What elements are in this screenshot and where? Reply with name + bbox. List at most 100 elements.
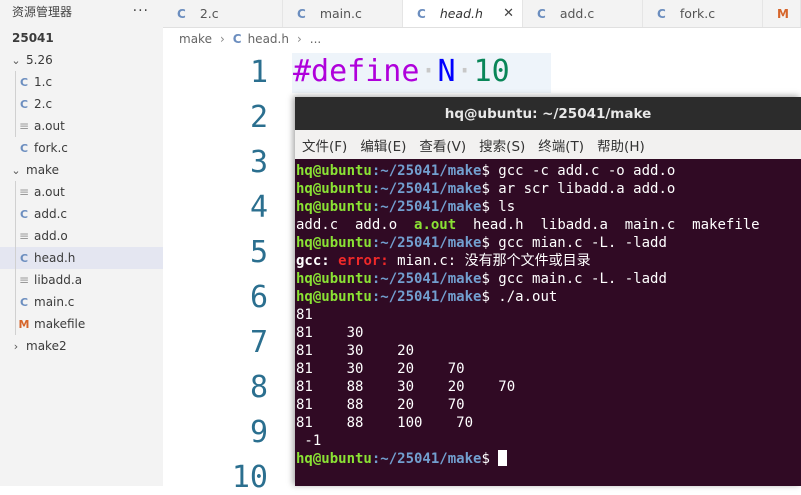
terminal-line: hq@ubuntu:~/25041/make$ gcc -c add.c -o … (296, 163, 676, 179)
tab-2-c[interactable]: C 2.c (163, 0, 283, 27)
tree-item-make[interactable]: ⌄ make (0, 159, 173, 181)
breadcrumb-file[interactable]: head.h (248, 32, 289, 46)
tree-item-a-out[interactable]: ≡ a.out (0, 115, 179, 137)
tree-item-label: make (26, 163, 59, 177)
tree-item-fork-c[interactable]: Cfork.c (0, 137, 179, 159)
line-number: 1 (249, 55, 268, 90)
tree-item-add-o[interactable]: ≡ add.o (0, 225, 179, 247)
terminal-line: hq@ubuntu:~/25041/make$ ar scr libadd.a … (296, 181, 676, 197)
tree-item-makefile[interactable]: Mmakefile (0, 313, 179, 335)
terminal-line: hq@ubuntu:~/25041/make$ gcc main.c -L. -… (296, 271, 667, 287)
tree-item-a-out[interactable]: ≡ a.out (0, 181, 179, 203)
chevron-right-icon: › (13, 339, 19, 353)
terminal-line: hq@ubuntu:~/25041/make$ ./a.out (296, 289, 558, 305)
binary-file-icon: ≡ (18, 119, 30, 133)
c-file-icon: C (19, 75, 29, 89)
c-file-icon: C (19, 207, 29, 221)
tree-item-label: 2.c (34, 97, 53, 111)
define-directive: #define (293, 54, 420, 89)
terminal-line: 81 30 20 (296, 343, 415, 359)
code-line-1[interactable]: #define·N·10 (293, 54, 510, 89)
tree-item-main-c[interactable]: Cmain.c (0, 291, 179, 313)
tree-item-label: 25041 (12, 31, 54, 45)
tree-item-make2[interactable]: › make2 (0, 335, 173, 357)
tree-item-libadd-a[interactable]: ≡ libadd.a (0, 269, 179, 291)
tree-item-2-c[interactable]: C 2.c (0, 93, 179, 115)
tab-head-h[interactable]: C head.h ✕ (403, 0, 523, 27)
tree-item-label: make2 (26, 339, 67, 353)
menu-file[interactable]: 文件(F) (302, 135, 347, 155)
breadcrumb-folder[interactable]: make (179, 32, 212, 46)
tree-item-label: main.c (34, 295, 75, 309)
menu-terminal[interactable]: 终端(T) (538, 135, 584, 155)
terminal-line: -1 (296, 433, 322, 449)
binary-file-icon: ≡ (18, 185, 30, 199)
c-file-icon: C (657, 6, 666, 21)
tree-item-label: add.c (34, 207, 67, 221)
c-file-icon: C (19, 295, 29, 309)
breadcrumb-symbols[interactable]: ... (310, 32, 321, 46)
terminal-line: hq@ubuntu:~/25041/make$ ls (296, 199, 516, 215)
terminal-title: hq@ubuntu: ~/25041/make (295, 97, 801, 130)
macro-value: 10 (473, 54, 510, 89)
tab-label: fork.c (679, 6, 716, 21)
c-file-icon: C (19, 97, 29, 111)
chevron-down-icon: ⌄ (11, 53, 21, 67)
c-file-icon: C (19, 251, 29, 265)
tree-item-add-c[interactable]: Cadd.c (0, 203, 179, 225)
binary-file-icon: ≡ (18, 229, 30, 243)
makefile-icon: M (777, 6, 789, 21)
tab-fork-c[interactable]: C fork.c (643, 0, 763, 27)
tab-main-c[interactable]: C main.c (283, 0, 403, 27)
close-icon[interactable]: ✕ (503, 6, 514, 21)
macro-name: N (437, 54, 456, 89)
tree-item-25041[interactable]: 25041 (0, 27, 175, 49)
explorer-sidebar: 资源管理器 ··· 25041 ⌄ 5.26 C 1.c C 2.c ≡ a.out Cfork.… (0, 0, 179, 486)
line-number: 10 (231, 460, 268, 495)
tab-makefile[interactable]: M m (763, 0, 801, 27)
menu-view[interactable]: 查看(V) (419, 135, 466, 155)
terminal-line: 81 88 30 20 70 (296, 379, 516, 395)
terminal-line: 81 30 20 70 (296, 361, 465, 377)
chevron-right-icon: › (219, 32, 225, 46)
explorer-title: 资源管理器 (12, 4, 73, 19)
terminal-line: 81 30 (296, 325, 364, 341)
whitespace-dot: · (455, 54, 474, 89)
terminal-window[interactable]: hq@ubuntu: ~/25041/make 文件(F) 编辑(E) 查看(V… (295, 97, 801, 486)
terminal-line: add.c add.o a.out head.h libadd.a main.c… (296, 217, 760, 233)
tree-item-5-26[interactable]: ⌄ 5.26 (0, 49, 173, 71)
line-number: 9 (249, 415, 268, 450)
tree-item-label: head.h (34, 251, 76, 265)
tree-item-label: libadd.a (34, 273, 83, 287)
tab-add-c[interactable]: C add.c (523, 0, 643, 27)
tab-label: head.h (439, 6, 483, 21)
line-number: 5 (249, 235, 268, 270)
terminal-output[interactable]: hq@ubuntu:~/25041/make$ gcc -c add.c -o … (295, 159, 801, 468)
c-file-icon: C (537, 6, 546, 21)
makefile-icon: M (18, 317, 30, 331)
terminal-line: 81 88 100 70 (296, 415, 474, 431)
tab-bar: C 2.c C main.c C head.h ✕ C add.c C fork… (163, 0, 801, 28)
tab-label: main.c (319, 6, 362, 21)
terminal-line: 81 (296, 307, 313, 323)
tree-item-1-c[interactable]: C 1.c (0, 71, 179, 93)
explorer-header: 资源管理器 ··· (0, 0, 163, 22)
menu-help[interactable]: 帮助(H) (597, 135, 645, 155)
menu-edit[interactable]: 编辑(E) (360, 135, 406, 155)
line-number: 7 (249, 325, 268, 360)
line-number: 6 (249, 280, 268, 315)
tree-item-label: 5.26 (26, 53, 53, 67)
line-number: 8 (249, 370, 268, 405)
tree-item-label: fork.c (34, 141, 68, 155)
whitespace-dot: · (419, 54, 438, 89)
c-file-icon: C (417, 6, 426, 21)
chevron-right-icon: › (296, 32, 302, 46)
c-file-icon: C (19, 141, 29, 155)
more-actions-icon[interactable]: ··· (133, 3, 149, 19)
line-number: 3 (249, 145, 268, 180)
terminal-menubar: 文件(F) 编辑(E) 查看(V) 搜索(S) 终端(T) 帮助(H) (295, 130, 801, 159)
tree-item-label: makefile (34, 317, 86, 331)
tree-item-head-h[interactable]: Chead.h (0, 247, 179, 269)
menu-search[interactable]: 搜索(S) (479, 135, 525, 155)
tree-item-label: a.out (34, 119, 65, 133)
